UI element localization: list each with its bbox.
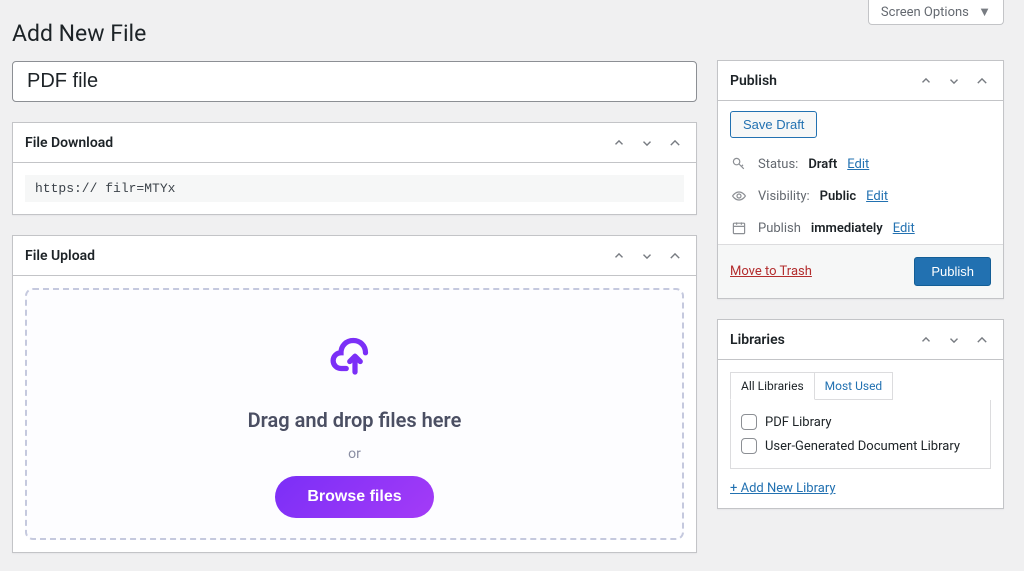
toggle-panel-icon[interactable] <box>666 134 684 152</box>
move-down-icon[interactable] <box>638 247 656 265</box>
toggle-panel-icon[interactable] <box>973 72 991 90</box>
status-row: Status: Draft Edit <box>718 148 1003 180</box>
upload-heading: Drag and drop files here <box>47 408 662 432</box>
move-down-icon[interactable] <box>945 72 963 90</box>
cloud-upload-icon <box>47 330 662 390</box>
tab-most-used[interactable]: Most Used <box>815 372 894 400</box>
schedule-row: Publish immediately Edit <box>718 212 1003 244</box>
file-upload-box: File Upload Drag and drop files here or … <box>12 235 697 553</box>
screen-options-toggle[interactable]: Screen Options ▼ <box>868 0 1004 25</box>
page-title: Add New File <box>12 12 697 61</box>
calendar-icon <box>730 220 748 236</box>
library-checklist: PDF Library User-Generated Document Libr… <box>730 400 991 469</box>
toggle-panel-icon[interactable] <box>973 331 991 349</box>
publish-minor-actions: Save Draft <box>718 101 1003 148</box>
move-up-icon[interactable] <box>610 134 628 152</box>
file-download-body: https:// filr=MTYx <box>13 163 696 214</box>
publish-header: Publish <box>718 61 1003 101</box>
publish-heading: Publish <box>730 73 777 89</box>
publish-on-label: Publish <box>758 221 801 236</box>
handle-actions <box>610 134 684 152</box>
edit-status-link[interactable]: Edit <box>847 157 869 172</box>
handle-actions <box>917 331 991 349</box>
status-value: Draft <box>808 157 837 172</box>
key-icon <box>730 156 748 172</box>
handle-actions <box>917 72 991 90</box>
file-upload-header: File Upload <box>13 236 696 276</box>
library-tabs: All Libraries Most Used <box>730 372 991 400</box>
upload-or-text: or <box>47 446 662 462</box>
publish-major-actions: Move to Trash Publish <box>718 244 1003 298</box>
file-download-box: File Download https:// filr=MTYx <box>12 122 697 215</box>
move-down-icon[interactable] <box>638 134 656 152</box>
edit-schedule-link[interactable]: Edit <box>893 221 915 236</box>
libraries-heading: Libraries <box>730 332 785 348</box>
move-up-icon[interactable] <box>917 331 935 349</box>
library-item-label: User-Generated Document Library <box>765 439 960 454</box>
move-up-icon[interactable] <box>917 72 935 90</box>
visibility-row: Visibility: Public Edit <box>718 180 1003 212</box>
publish-box: Publish Save Draft Status: Draft Edit <box>717 60 1004 299</box>
library-item-label: PDF Library <box>765 415 832 430</box>
libraries-header: Libraries <box>718 320 1003 360</box>
screen-options-label: Screen Options <box>881 5 969 20</box>
status-label: Status: <box>758 157 798 172</box>
publish-button[interactable]: Publish <box>914 257 991 286</box>
publish-on-value: immediately <box>811 221 883 236</box>
handle-actions <box>610 247 684 265</box>
library-checkbox[interactable] <box>741 414 757 430</box>
file-download-heading: File Download <box>25 135 113 151</box>
tab-all-libraries[interactable]: All Libraries <box>730 372 815 400</box>
edit-visibility-link[interactable]: Edit <box>866 189 888 204</box>
libraries-box: Libraries All Libraries Most Used PDF Li… <box>717 319 1004 509</box>
toggle-panel-icon[interactable] <box>666 247 684 265</box>
visibility-label: Visibility: <box>758 189 810 204</box>
upload-dropzone[interactable]: Drag and drop files here or Browse files <box>25 288 684 540</box>
visibility-value: Public <box>820 189 856 204</box>
post-title-input[interactable] <box>12 61 697 102</box>
file-upload-heading: File Upload <box>25 248 95 264</box>
move-to-trash-link[interactable]: Move to Trash <box>730 264 812 279</box>
move-up-icon[interactable] <box>610 247 628 265</box>
add-new-library-link[interactable]: Add New Library <box>730 481 991 496</box>
library-item[interactable]: User-Generated Document Library <box>741 434 980 458</box>
save-draft-button[interactable]: Save Draft <box>730 111 817 138</box>
file-download-header: File Download <box>13 123 696 163</box>
library-checkbox[interactable] <box>741 438 757 454</box>
eye-icon <box>730 188 748 204</box>
chevron-down-icon: ▼ <box>978 5 991 20</box>
move-down-icon[interactable] <box>945 331 963 349</box>
library-item[interactable]: PDF Library <box>741 410 980 434</box>
download-url: https:// filr=MTYx <box>25 175 684 202</box>
browse-files-button[interactable]: Browse files <box>275 476 433 518</box>
